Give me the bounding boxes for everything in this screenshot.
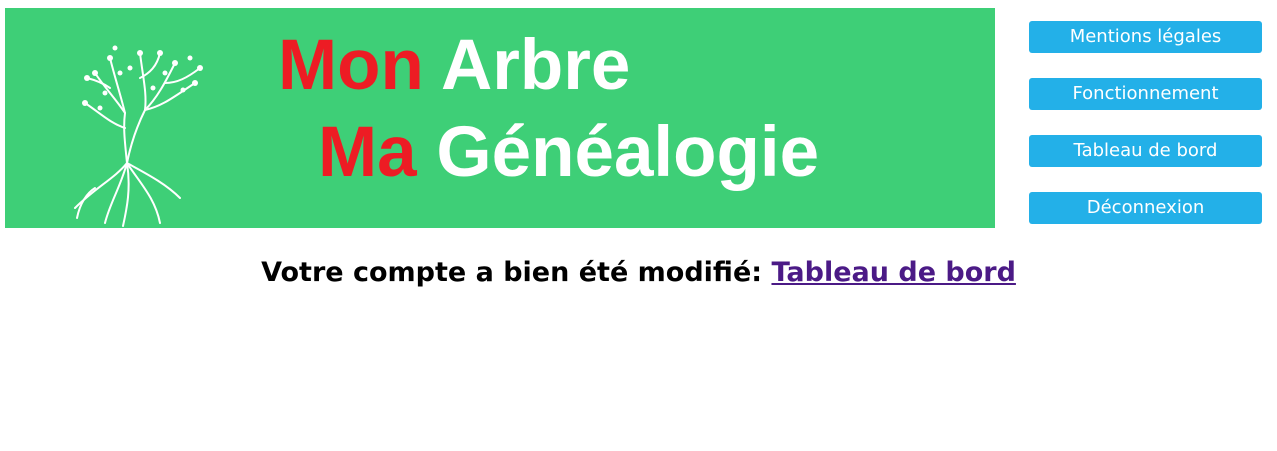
side-menu: Mentions légales Fonctionnement Tableau … — [1029, 21, 1262, 249]
site-title-line-2: Ma Généalogie — [318, 117, 819, 188]
site-title-ma: Ma — [318, 113, 417, 192]
site-title-genealogie: Généalogie — [436, 113, 820, 192]
site-title-mon: Mon — [278, 26, 424, 105]
site-title-line-1: Mon Arbre — [278, 30, 630, 101]
confirmation-message: Votre compte a bien été modifié: Tableau… — [0, 257, 1277, 288]
legal-notice-button[interactable]: Mentions légales — [1029, 21, 1262, 53]
how-it-works-button[interactable]: Fonctionnement — [1029, 78, 1262, 110]
tree-icon — [74, 45, 203, 227]
site-title-arbre: Arbre — [440, 26, 631, 105]
confirmation-text: Votre compte a bien été modifié: — [261, 257, 763, 288]
dashboard-button[interactable]: Tableau de bord — [1029, 135, 1262, 167]
site-banner: Mon Arbre Ma Généalogie — [5, 8, 995, 228]
logout-button[interactable]: Déconnexion — [1029, 192, 1262, 224]
dashboard-link[interactable]: Tableau de bord — [771, 257, 1015, 288]
